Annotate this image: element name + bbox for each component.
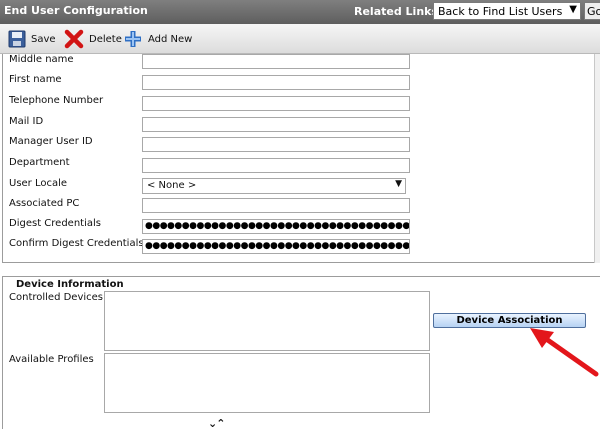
delete-x-icon (64, 29, 84, 49)
confirm-digest-credentials-label: Confirm Digest Credentials (9, 238, 144, 249)
user-locale-select[interactable]: < None > ▼ (142, 178, 406, 194)
user-locale-value: < None > (147, 180, 197, 191)
toolbar: Save Delete Add New (0, 24, 600, 54)
mail-id-label: Mail ID (9, 116, 44, 127)
telephone-number-label: Telephone Number (9, 95, 104, 106)
save-button[interactable]: Save (8, 29, 56, 49)
delete-button[interactable]: Delete (64, 29, 122, 49)
controlled-devices-label: Controlled Devices (9, 292, 104, 303)
related-links-select[interactable]: Back to Find List Users ▼ (433, 2, 581, 20)
controlled-devices-list[interactable] (104, 291, 430, 351)
available-profiles-list[interactable] (104, 353, 430, 413)
middle-name-input[interactable] (142, 54, 410, 69)
manager-user-id-label: Manager User ID (9, 136, 93, 147)
save-label: Save (31, 33, 56, 45)
manager-user-id-input[interactable] (142, 137, 410, 152)
digest-credentials-input[interactable]: ●●●●●●●●●●●●●●●●●●●●●●●●●●●●●●●●●●●●●●●●… (142, 219, 410, 234)
vertical-scrollbar[interactable] (594, 54, 600, 263)
related-links-label: Related Links: (354, 5, 443, 18)
red-annotation-arrow-icon (530, 328, 599, 377)
first-name-label: First name (9, 74, 62, 85)
digest-credentials-label: Digest Credentials (9, 218, 101, 229)
page-title: End User Configuration (4, 4, 148, 17)
dropdown-arrow-icon: ▼ (569, 4, 577, 15)
associated-pc-input[interactable] (142, 198, 410, 213)
device-information-legend: Device Information (14, 279, 126, 290)
first-name-input[interactable] (142, 75, 410, 90)
available-profiles-label: Available Profiles (9, 354, 94, 365)
department-label: Department (9, 157, 70, 168)
user-locale-label: User Locale (9, 178, 68, 189)
add-plus-icon (125, 31, 141, 47)
confirm-digest-credentials-input[interactable]: ●●●●●●●●●●●●●●●●●●●●●●●●●●●●●●●●●●●●●●●●… (142, 239, 410, 254)
related-links-value: Back to Find List Users (438, 5, 563, 18)
page-header: End User Configuration Related Links: Ba… (0, 0, 600, 24)
dropdown-arrow-icon: ▼ (395, 179, 402, 189)
add-new-label: Add New (148, 33, 193, 45)
middle-name-label: Middle name (9, 54, 74, 65)
telephone-number-input[interactable] (142, 96, 410, 111)
move-up-down-arrows-icon[interactable]: ⌄⌃ (208, 417, 225, 429)
associated-pc-label: Associated PC (9, 198, 80, 209)
add-new-button[interactable]: Add New (123, 29, 192, 49)
go-button[interactable]: Go (584, 2, 600, 20)
mail-id-input[interactable] (142, 117, 410, 132)
floppy-disk-icon (8, 30, 26, 48)
delete-label: Delete (89, 33, 122, 45)
department-input[interactable] (142, 158, 410, 173)
